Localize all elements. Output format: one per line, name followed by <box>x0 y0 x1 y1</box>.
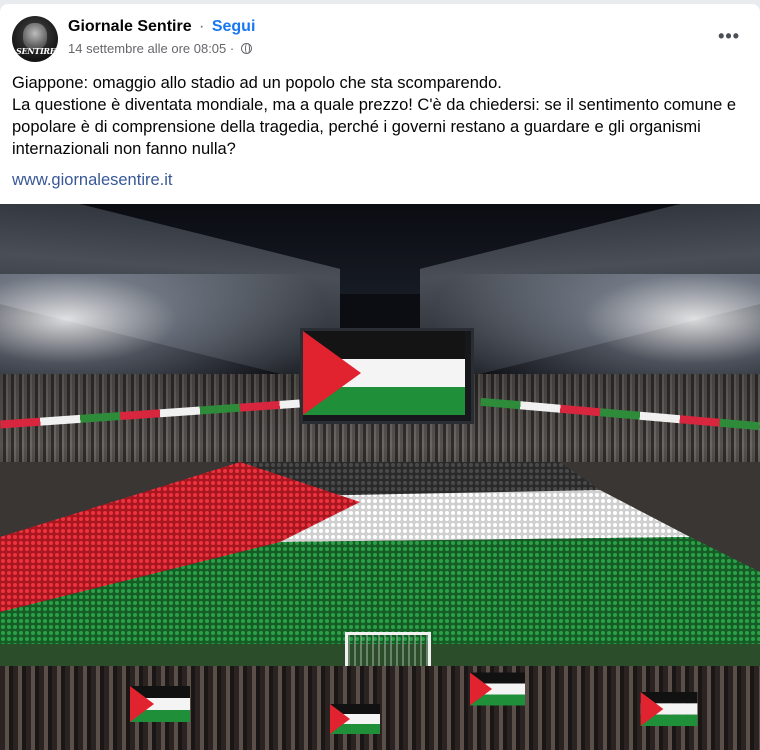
waving-flag <box>130 686 190 722</box>
waving-flag <box>640 692 698 726</box>
follow-button[interactable]: Segui <box>212 18 256 35</box>
crowd-flag-mosaic <box>0 462 760 652</box>
website-link[interactable]: www.giornalesentire.it <box>12 171 173 190</box>
avatar-logo-text: SENTIRE <box>16 46 56 56</box>
post-timestamp[interactable]: 14 settembre alle ore 08:05 <box>68 41 226 56</box>
author-line: Giornale Sentire · Segui <box>68 18 255 36</box>
post-card: SENTIRE Giornale Sentire · Segui 14 sett… <box>0 4 760 750</box>
post-header: SENTIRE Giornale Sentire · Segui 14 sett… <box>12 16 748 66</box>
waving-flag <box>470 672 525 706</box>
post-meta: 14 settembre alle ore 08:05 · <box>68 41 252 56</box>
avatar[interactable]: SENTIRE <box>12 16 58 62</box>
name-separator: · <box>199 18 205 35</box>
waving-flag <box>330 704 380 734</box>
post-text-line: Giappone: omaggio allo stadio ad un popo… <box>12 74 502 92</box>
author-name[interactable]: Giornale Sentire <box>68 18 192 35</box>
stadium-screen <box>300 328 474 424</box>
post-text-line: popolare è di comprensione della tragedi… <box>12 118 701 136</box>
post-text-line: La questione è diventata mondiale, ma a … <box>12 96 737 114</box>
post-image[interactable] <box>0 204 760 750</box>
more-options-icon[interactable]: ••• <box>718 26 740 47</box>
palestine-flag-screen <box>303 331 465 415</box>
meta-separator: · <box>229 41 235 56</box>
post-text: Giappone: omaggio allo stadio ad un popo… <box>12 72 752 160</box>
post-text-line: internazionali non fanno nulla? <box>12 140 236 158</box>
globe-icon[interactable] <box>240 43 252 54</box>
